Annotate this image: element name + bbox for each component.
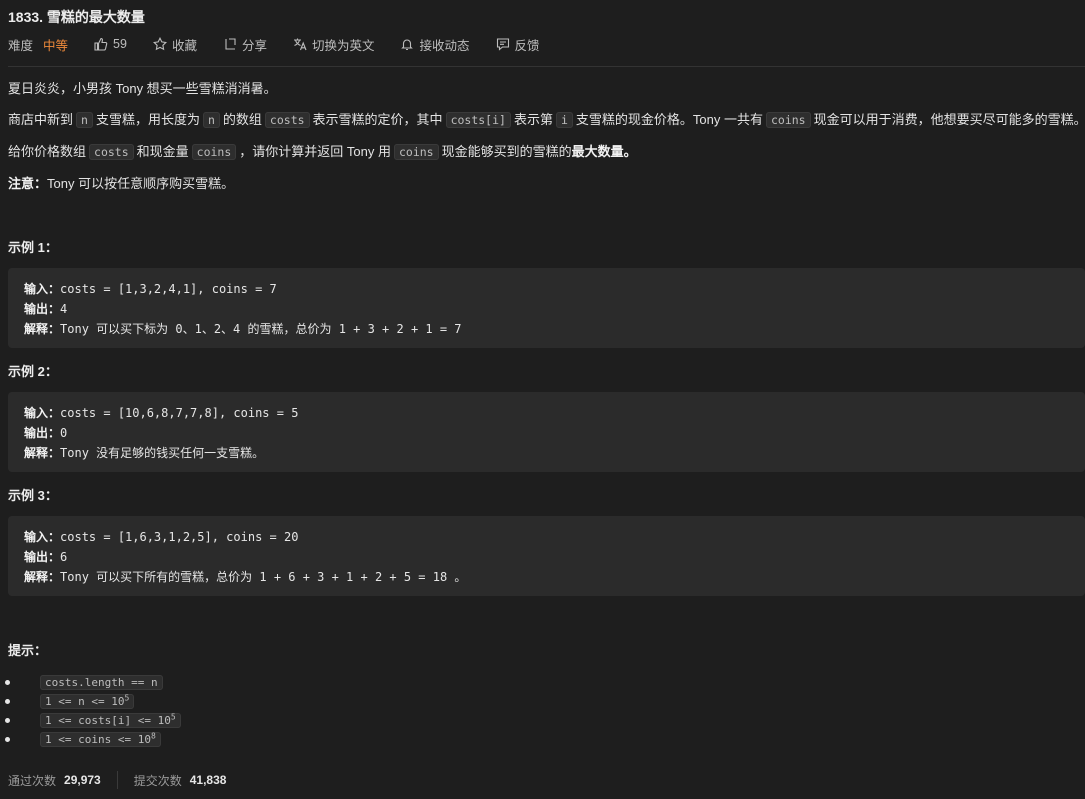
input-label: 输入： [24,282,61,296]
example-3-heading: 示例 3： [8,488,58,503]
hint-text: 1 <= n <= 10 [45,695,125,708]
bell-icon [401,39,414,51]
inline-code: coins [393,144,439,160]
example-input: costs = [1,3,2,4,1], coins = 7 [60,282,277,296]
output-label: 输出： [24,302,61,316]
star-icon [152,37,167,51]
feedback-button[interactable]: 反馈 [496,35,540,54]
inline-code: i [555,112,573,128]
collect-label: 收藏 [171,38,197,53]
example-1-code-block: 输入：costs = [1,3,2,4,1], coins = 7 输出：4 解… [8,268,1085,348]
hint-item: 1 <= costs[i] <= 105 [5,710,184,729]
share-button[interactable]: 分享 [223,35,267,54]
bold-text: 最大数量 [571,144,624,159]
feedback-label: 反馈 [514,38,540,53]
text-span: ，请你计算并返回 Tony 用 [239,144,391,159]
hint-code: costs.length == n [40,675,163,690]
hint-exponent: 5 [170,712,176,722]
hint-code: 1 <= costs[i] <= 105 [40,713,181,728]
problem-meta-bar: 难度 中等 59 收藏 分享 切换为英文 接收动态 反馈 [8,35,566,53]
submitted-label: 提交次数 [133,773,182,788]
example-input: costs = [10,6,8,7,7,8], coins = 5 [60,406,299,420]
description-paragraph-1: 夏日炎炎，小男孩 Tony 想买一些雪糕消消暑。 [8,81,277,96]
difficulty-badge: 中等 [43,38,69,53]
text-span: 给你价格数组 [8,144,87,159]
example-output: 6 [60,550,68,564]
text-span: 现金能够买到的雪糕的 [441,144,572,159]
hints-list: costs.length == n 1 <= n <= 105 1 <= cos… [5,672,184,748]
inline-code: coins [191,144,237,160]
example-explanation: Tony 可以买下所有的雪糕，总价为 1 + 6 + 3 + 1 + 2 + 5… [60,570,467,584]
explain-label: 解释： [24,570,61,584]
thumbs-up-icon [94,37,108,51]
inline-code: costs[i] [445,112,511,128]
bold-text: 。 [623,144,637,159]
example-explanation: Tony 没有足够的钱买任何一支雪糕。 [60,446,265,460]
hints-heading: 提示： [8,643,48,658]
input-label: 输入： [24,406,61,420]
input-label: 输入： [24,530,61,544]
text-span: 现金可以用于消费，他想要买尽可能多的雪糕。 [813,112,1085,127]
output-label: 输出： [24,426,61,440]
description-paragraph-3: 给你价格数组 costs 和现金量 coins ，请你计算并返回 Tony 用 coins… [8,143,637,161]
hint-exponent: 8 [150,731,156,741]
share-icon [225,38,236,50]
text-span: 的数组 [222,112,262,127]
description-paragraph-2: 商店中新到 n 支雪糕，用长度为 n 的数组 costs 表示雪糕的定价，其中 costs[i… [8,111,1085,129]
inline-code: coins [765,112,811,128]
submission-stats: 通过次数 29,973 提交次数 41,838 [8,771,226,789]
example-2-heading: 示例 2： [8,364,58,379]
hint-item: 1 <= n <= 105 [5,691,184,710]
stats-divider [116,771,118,789]
explain-label: 解释： [24,446,61,460]
inline-code: n [202,112,220,128]
description-note: 注意：Tony 可以按任意顺序购买雪糕。 [8,175,234,193]
share-label: 分享 [241,38,267,53]
output-label: 输出： [24,550,61,564]
like-button[interactable]: 59 [94,37,127,51]
hint-text: 1 <= costs[i] <= 10 [45,714,171,727]
switch-language-label: 切换为英文 [311,38,375,53]
example-output: 0 [60,426,68,440]
switch-language-button[interactable]: 切换为英文 [293,35,375,54]
example-input: costs = [1,6,3,1,2,5], coins = 20 [60,530,299,544]
text-span: 支雪糕，用长度为 [95,112,200,127]
hint-item: costs.length == n [5,672,184,691]
example-output: 4 [60,302,68,316]
collect-button[interactable]: 收藏 [152,35,197,54]
header-divider [8,66,1085,67]
inline-code: costs [264,112,310,128]
accepted-label: 通过次数 [8,773,57,788]
text-span: 表示第 [513,112,553,127]
example-3-code-block: 输入：costs = [1,6,3,1,2,5], coins = 20 输出：… [8,516,1085,596]
hint-exponent: 5 [124,693,130,703]
example-1-heading: 示例 1： [8,240,58,255]
inline-code: n [76,112,93,128]
submitted-count: 41,838 [189,773,227,787]
text-span: 和现金量 [136,144,189,159]
accepted-count: 29,973 [64,773,101,787]
example-2-code-block: 输入：costs = [10,6,8,7,7,8], coins = 5 输出：… [8,392,1085,472]
feedback-icon [496,38,509,51]
note-label: 注意： [8,176,48,191]
translate-icon [293,38,307,51]
subscribe-button[interactable]: 接收动态 [400,35,470,54]
hint-code: 1 <= n <= 105 [40,693,135,709]
inline-code: costs [89,144,134,160]
problem-title: 1833. 雪糕的最大数量 [8,9,145,25]
text-span: 商店中新到 [8,112,74,127]
explain-label: 解释： [24,322,61,336]
example-explanation: Tony 可以买下标为 0、1、2、4 的雪糕，总价为 1 + 3 + 2 + … [60,322,462,336]
hint-text: 1 <= coins <= 10 [45,733,151,746]
hint-text: costs.length == n [45,676,158,689]
text-span: 表示雪糕的定价，其中 [312,112,443,127]
like-count: 59 [113,37,127,51]
text-span: 支雪糕的现金价格。Tony 一共有 [575,112,763,127]
difficulty-label: 难度 [8,38,34,53]
note-text: Tony 可以按任意顺序购买雪糕。 [47,176,235,191]
hint-item: 1 <= coins <= 108 [5,729,184,748]
hint-code: 1 <= coins <= 108 [40,732,161,747]
subscribe-label: 接收动态 [419,38,470,53]
